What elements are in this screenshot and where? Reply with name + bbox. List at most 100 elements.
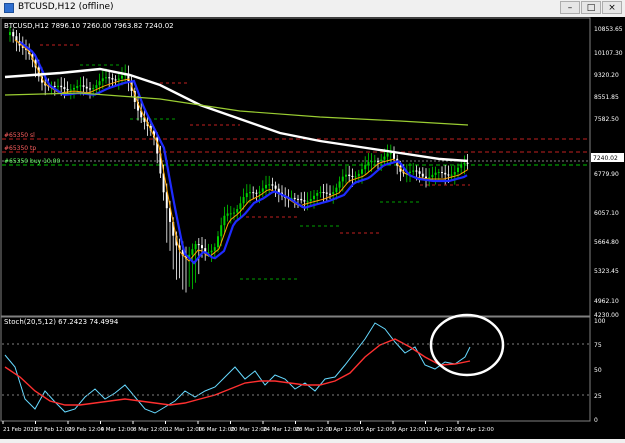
- time-axis-label: 29 Feb 12:00: [68, 427, 105, 433]
- time-axis-label: 25 Feb 12:00: [36, 427, 73, 433]
- time-axis-label: 4 Mar 12:00: [101, 427, 135, 433]
- price-axis-label: 6057.10: [594, 210, 619, 217]
- candle-body: [201, 245, 203, 249]
- candle-body: [412, 170, 415, 172]
- candle-body: [105, 77, 107, 79]
- price-chart-canvas[interactable]: 10853.65 10107.30 9320.20 8551.85 7582.50 677…: [0, 17, 625, 439]
- candle-body: [354, 176, 357, 178]
- candle-body: [217, 236, 219, 248]
- candle-body: [156, 137, 159, 154]
- stochastic-axis-label: 100: [594, 318, 606, 325]
- candle-body: [95, 85, 98, 89]
- candle-body: [341, 176, 344, 182]
- candle-body: [252, 192, 255, 194]
- price-axis-label: 6779.90: [594, 171, 619, 178]
- candle-body: [332, 192, 335, 194]
- candle-body: [226, 213, 229, 216]
- candle-body: [348, 174, 351, 176]
- candle-body: [463, 162, 466, 165]
- stochastic-panel-border: [0, 316, 591, 422]
- time-axis-label: 21 Feb 2020: [3, 427, 38, 433]
- price-axis-label: 8551.85: [594, 94, 619, 101]
- candle-body: [431, 174, 434, 178]
- candle-body: [258, 191, 261, 194]
- candle-body: [9, 32, 11, 35]
- symbol-info-text: BTCUSD,H12 7896.10 7260.00 7963.82 7240.…: [4, 22, 174, 30]
- candle-body: [466, 162, 469, 164]
- candle-body: [261, 188, 264, 192]
- candle-body: [236, 209, 239, 213]
- candle-body: [441, 172, 443, 174]
- candle-body: [383, 156, 386, 160]
- candle-body: [57, 85, 59, 87]
- candle-body: [393, 153, 395, 159]
- time-axis-label: 1 Apr 12:00: [328, 427, 361, 433]
- candle-body: [450, 174, 453, 176]
- candle-body: [117, 78, 120, 80]
- candle-body: [297, 198, 299, 200]
- candle-body: [108, 77, 111, 79]
- maximize-button[interactable]: □: [581, 1, 601, 14]
- chart-area[interactable]: 10853.65 10107.30 9320.20 8551.85 7582.50 677…: [0, 17, 625, 439]
- candle-body: [121, 75, 123, 79]
- candle-body: [233, 212, 235, 214]
- candle-body: [460, 164, 463, 168]
- price-axis-label: 5664.80: [594, 239, 619, 246]
- main-panel-border: [0, 17, 591, 317]
- candle-body: [425, 176, 427, 178]
- candle-body: [245, 193, 248, 198]
- candle-body: [69, 89, 72, 91]
- candle-body: [457, 167, 459, 173]
- candle-body: [370, 161, 373, 163]
- candle-body: [338, 181, 341, 188]
- stochastic-axis-label: 50: [594, 367, 602, 374]
- candle-body: [313, 195, 315, 200]
- candle-body: [409, 171, 411, 173]
- candle-body: [373, 160, 376, 162]
- window-titlebar[interactable]: BTCUSD,H12 (offline) – □ ×: [0, 0, 625, 18]
- candle-body: [418, 171, 421, 174]
- ma-slow-line: [4, 67, 469, 163]
- order-label-buy: #65350 buy 10.00: [4, 158, 60, 165]
- candle-body: [274, 185, 277, 189]
- candle-body: [303, 200, 306, 202]
- candle-body: [66, 89, 69, 91]
- candle-body: [265, 184, 267, 189]
- candle-body: [63, 87, 66, 90]
- ma-fast-line: [14, 39, 469, 262]
- time-axis-label: 9 Apr 12:00: [393, 427, 426, 433]
- time-axis-label: 8 Mar 12:00: [133, 427, 167, 433]
- candle-body: [447, 174, 450, 176]
- candle-body: [325, 192, 328, 194]
- candle-body: [268, 184, 271, 186]
- order-label-tp: #65350 tp: [4, 145, 36, 152]
- price-axis-label: 5323.45: [594, 268, 619, 275]
- candle-body: [79, 85, 82, 87]
- candle-body: [73, 87, 75, 90]
- candle-body: [389, 153, 392, 155]
- price-axis-label: 10853.65: [594, 26, 623, 33]
- stochastic-axis-label: 0: [594, 417, 598, 424]
- candle-body: [351, 175, 354, 177]
- candle-body: [111, 78, 114, 80]
- mt4-chart-window: BTCUSD,H12 (offline) – □ × 10853.65 10107…: [0, 0, 625, 439]
- candle-body: [98, 81, 101, 86]
- candle-body: [300, 198, 303, 201]
- candle-body: [229, 213, 232, 215]
- time-axis-label: 17 Apr 12:00: [458, 427, 494, 433]
- candle-body: [322, 192, 325, 194]
- close-button[interactable]: ×: [602, 1, 622, 14]
- minimize-button[interactable]: –: [560, 1, 580, 14]
- candle-body: [197, 244, 200, 246]
- candle-body: [361, 169, 363, 174]
- candle-body: [271, 184, 274, 186]
- candle-body: [239, 203, 242, 210]
- candle-body: [89, 88, 91, 90]
- order-label-sl: #65350 sl: [4, 132, 35, 139]
- candle-body: [249, 192, 251, 194]
- ma-long-line: [4, 92, 469, 126]
- candle-body: [444, 172, 447, 175]
- candle-body: [223, 215, 226, 226]
- candle-body: [242, 197, 245, 204]
- candle-body: [415, 170, 418, 172]
